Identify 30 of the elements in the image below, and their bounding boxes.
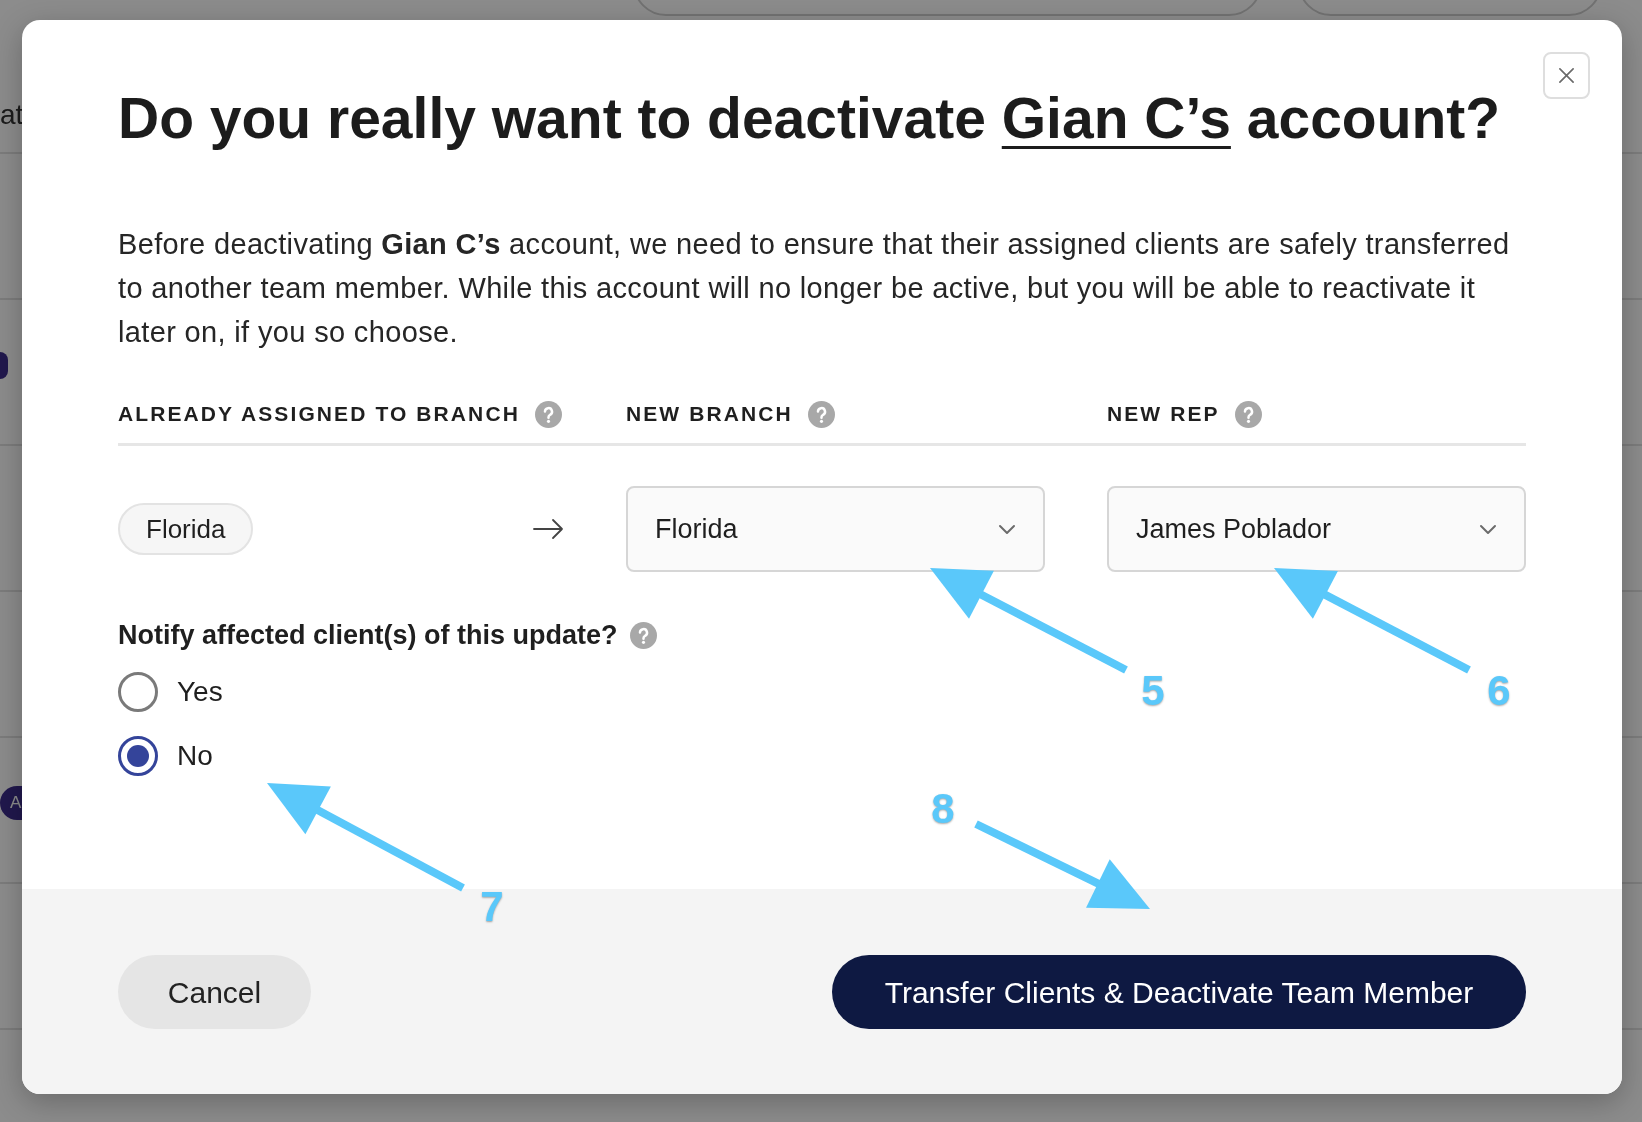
annotation-number: 6 [1487, 670, 1511, 712]
user-avatar: A [0, 786, 22, 820]
branch-tag: Florida [118, 503, 254, 555]
right-arrow-icon [533, 518, 564, 540]
column-header: NEW REP [1107, 401, 1220, 427]
close-icon [1558, 67, 1575, 84]
user-avatar [0, 352, 8, 379]
annotation-number: 7 [480, 886, 504, 928]
radio-label: Yes [177, 676, 223, 708]
list-text: at [0, 99, 24, 130]
rep-dropdown[interactable]: James Poblador [1107, 486, 1526, 572]
help-icon[interactable] [534, 400, 562, 428]
annotation-number: 8 [931, 788, 955, 830]
notify-question: Notify affected client(s) of this update? [118, 619, 618, 651]
dialog-description: Before deactivating Gian C’s account, we need to ensure that their assigned clients are safely transferred to another team member. While this account will no longer be active, but you will be able to reactivate it later on, if you so choose. [118, 227, 1511, 350]
branch-dropdown[interactable]: Florida [626, 486, 1045, 572]
help-icon[interactable] [1234, 400, 1262, 428]
cancel-button[interactable]: Cancel [118, 955, 311, 1029]
radio-button[interactable] [118, 672, 158, 712]
radio-label: No [177, 740, 213, 772]
member-link[interactable]: Gian C’s [1001, 86, 1231, 150]
annotation-number: 5 [1141, 670, 1165, 712]
radio-button[interactable] [118, 736, 158, 776]
column-header: NEW BRANCH [626, 401, 793, 427]
dialog-title: Do you really want to deactivate Gian C’s account? [118, 85, 1501, 152]
column-header: ALREADY ASSIGNED TO BRANCH [118, 401, 520, 427]
close-button[interactable] [1543, 52, 1590, 99]
help-icon[interactable] [807, 400, 835, 428]
confirm-button[interactable]: Transfer Clients & Deactivate Team Member [832, 955, 1526, 1029]
help-icon[interactable] [629, 621, 657, 649]
